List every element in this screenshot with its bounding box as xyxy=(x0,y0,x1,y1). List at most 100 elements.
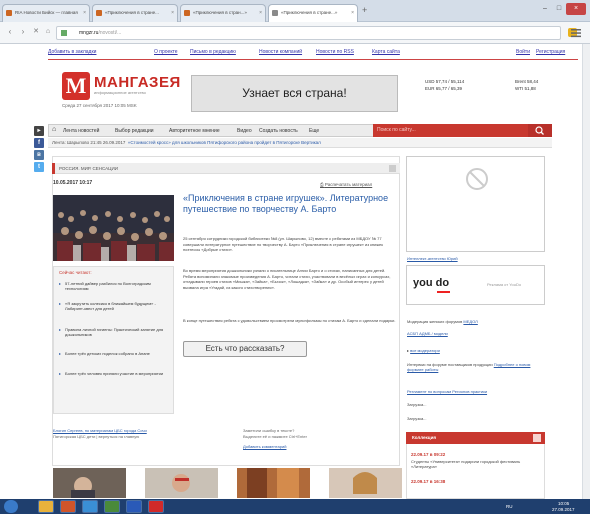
top-link-letter[interactable]: Письмо в редакцию xyxy=(190,49,236,55)
close-icon[interactable]: × xyxy=(351,5,354,21)
article-title[interactable]: «Приключения в стране игрушек». Литерату… xyxy=(183,193,395,214)
clock-date: 27.09.2017 xyxy=(552,507,575,512)
source-link[interactable]: Блогин Сергеев, по материалам ЦБС города… xyxy=(53,428,147,433)
media-icon[interactable] xyxy=(60,500,76,513)
sidebar-link[interactable]: Модерация женских форумов МЕДОЛ xyxy=(407,319,547,324)
loading-text: Загрузка... xyxy=(407,416,427,421)
thumbnail-image xyxy=(329,468,402,498)
search-button[interactable] xyxy=(528,124,552,137)
ad-link[interactable]: Интеллект-агентство Юрий xyxy=(407,256,458,261)
sidebar-link[interactable]: Интервью на форуме поставщиков продукции… xyxy=(407,362,547,372)
collection-header[interactable]: Коллекция xyxy=(406,432,545,444)
menu-icon[interactable] xyxy=(570,28,582,38)
collection-item[interactable]: Студенты «Университета» подарили городск… xyxy=(411,459,541,469)
thumbnail-strip xyxy=(53,468,402,498)
nav-item-editor[interactable]: Выбор редакции xyxy=(115,128,154,134)
thumbnail[interactable] xyxy=(145,468,218,498)
top-link-about[interactable]: О проекте xyxy=(154,49,178,55)
new-tab-button[interactable]: + xyxy=(362,5,367,15)
nav-item-opinion[interactable]: Авторитетное мнение xyxy=(169,128,220,134)
header-banner[interactable]: Узнает вся страна! xyxy=(191,75,398,112)
clock-time[interactable]: 10:05 xyxy=(558,501,569,506)
sidebar-link[interactable]: АСБП АДМБ / модели xyxy=(407,331,547,336)
lock-icon xyxy=(61,30,67,36)
thumbnail[interactable] xyxy=(329,468,402,498)
home-icon[interactable]: ⌂ xyxy=(43,27,53,37)
browser-tab[interactable]: «Приключения в стране... × xyxy=(92,4,178,22)
article-date: 10.05.2017 10:17 xyxy=(53,180,93,186)
browser-toolbar: ‹ › ✕ ⌂ mngzr.ru/novosti/... xyxy=(0,22,590,44)
nav-item-create[interactable]: Создать новость xyxy=(259,128,298,134)
vk-icon[interactable]: в xyxy=(34,150,44,160)
close-icon[interactable]: × xyxy=(83,5,86,21)
related-item[interactable]: Более трёх детских поделок собрано в Ана… xyxy=(59,351,171,356)
tell-story-button[interactable]: Есть что рассказать? xyxy=(183,341,307,357)
rss-icon[interactable] xyxy=(389,165,396,172)
related-item[interactable]: «Я закрутить колесико в ближайшем будуще… xyxy=(59,301,171,311)
thumbnail-image xyxy=(145,468,218,498)
close-icon[interactable]: × xyxy=(259,5,262,21)
rss-icon[interactable] xyxy=(533,434,541,442)
taskbar: RU 10:05 27.09.2017 xyxy=(0,499,590,514)
language-indicator[interactable]: RU xyxy=(506,504,513,509)
browser-tab-active[interactable]: «Приключения в стране...» × xyxy=(268,4,358,22)
site-top-links: Добавить в закладки О проекте Письмо в р… xyxy=(48,49,578,59)
site-date: Среда 27 сентября 2017 10:05 MSK xyxy=(62,103,137,108)
address-bar[interactable]: mngzr.ru/novosti/... xyxy=(56,26,561,40)
minimize-icon[interactable]: – xyxy=(538,3,552,15)
nav-item-more[interactable]: Еще xyxy=(309,128,319,134)
share-icon[interactable]: ▸ xyxy=(34,126,44,136)
browser-taskbar-icon[interactable] xyxy=(82,500,98,513)
print-link[interactable]: ⎙ Распечатать материал xyxy=(320,182,372,187)
error-report-hint: Выделите её и нажмите Ctrl+Enter xyxy=(243,434,307,439)
twitter-icon[interactable]: t xyxy=(34,162,44,172)
related-item[interactable]: Более трёх человек приняли участие в мер… xyxy=(59,371,171,376)
browser-tab[interactable]: «Приключения в стран...» × xyxy=(180,4,266,22)
news-ticker[interactable]: Лента: Шарыпово 21:45 26.09.2017 «Стоимо… xyxy=(48,138,552,148)
section-header: РОССИЯ. МИР. СЕНСАЦИИ xyxy=(52,163,400,174)
blocked-ad-icon xyxy=(466,168,488,190)
explorer-icon[interactable] xyxy=(38,500,54,513)
top-link-company-news[interactable]: Новости компаний xyxy=(259,49,302,55)
facebook-icon[interactable]: f xyxy=(34,138,44,148)
maximize-icon[interactable]: □ xyxy=(552,3,566,15)
forward-icon[interactable]: › xyxy=(18,27,28,37)
article-paragraph: 25 сентября сотрудники городской библиот… xyxy=(183,236,383,252)
system-tray: RU 10:05 27.09.2017 xyxy=(500,500,588,513)
start-button[interactable] xyxy=(4,500,18,513)
site-name[interactable]: МАНГАЗЕЯ xyxy=(94,74,181,91)
related-item[interactable]: 57-летний дайвер разбился по Волгоградск… xyxy=(59,281,171,291)
nav-item-video[interactable]: Видео xyxy=(237,128,252,134)
browser-tab[interactable]: RIA Новости Бийск — главная × xyxy=(2,4,90,22)
top-link-bookmark[interactable]: Добавить в закладки xyxy=(48,49,96,55)
close-icon[interactable]: × xyxy=(171,5,174,21)
scrollbar[interactable] xyxy=(582,44,590,499)
back-icon[interactable]: ‹ xyxy=(5,27,15,37)
top-link-rss[interactable]: Новости по RSS xyxy=(316,49,354,55)
comment-link[interactable]: Добавить комментарий xyxy=(243,444,286,449)
related-item[interactable]: Правила личной гигиены: Практический зан… xyxy=(59,327,171,337)
thumbnail[interactable] xyxy=(53,468,126,498)
section-accent xyxy=(52,163,55,174)
word-icon[interactable] xyxy=(126,500,142,513)
thumbnail[interactable] xyxy=(237,468,310,498)
sidebar-link[interactable]: Регламент по вопросам Регионов практики xyxy=(407,389,547,394)
top-link-login[interactable]: Войти xyxy=(516,49,530,55)
search-input[interactable]: Поиск по сайту... xyxy=(373,124,528,137)
related-box: Сейчас читают: 57-летний дайвер разбился… xyxy=(53,266,174,414)
nav-item-feed[interactable]: Лента новостей xyxy=(63,128,99,134)
reload-icon[interactable]: ✕ xyxy=(31,27,41,37)
youdo-caption: Реклама от YouDo xyxy=(487,282,522,287)
error-report-note: Заметили ошибку в тексте? xyxy=(243,428,295,433)
site-logo[interactable]: М xyxy=(62,72,90,100)
window-close-icon[interactable]: × xyxy=(566,3,586,15)
top-link-sitemap[interactable]: Карта сайта xyxy=(372,49,400,55)
youdo-ad[interactable]: you do Реклама от YouDo xyxy=(406,265,545,305)
ad-block[interactable] xyxy=(406,156,545,252)
sidebar-link[interactable]: ▸ все модератори xyxy=(407,348,547,353)
crowd-photo xyxy=(53,195,174,261)
top-link-register[interactable]: Регистрация xyxy=(536,49,565,55)
opera-icon[interactable] xyxy=(148,500,164,513)
home-icon[interactable]: ⌂ xyxy=(52,126,56,133)
app-icon[interactable] xyxy=(104,500,120,513)
